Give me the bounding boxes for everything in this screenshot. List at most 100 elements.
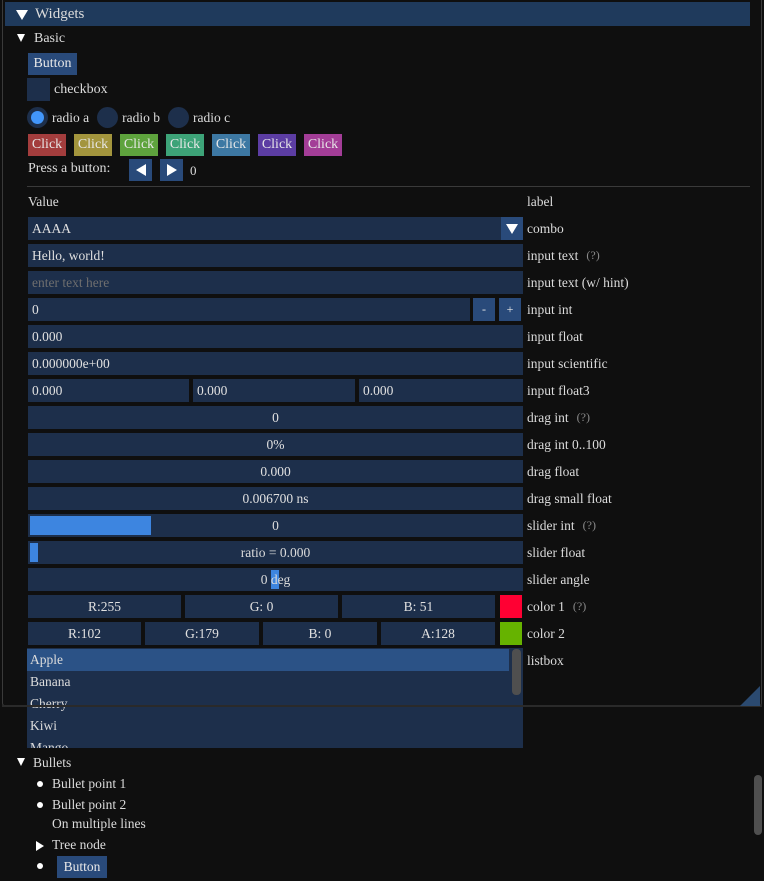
radio-label: radio c (192, 109, 231, 125)
input-text-hint-field[interactable]: enter text here (28, 271, 523, 294)
listbox-item[interactable]: Banana (27, 671, 509, 693)
color2-channel-field[interactable]: R:102 (28, 622, 141, 645)
combo-arrow-button[interactable] (501, 217, 523, 240)
radio-b[interactable] (97, 107, 119, 128)
listbox-item[interactable]: Apple (27, 649, 509, 671)
scrollbar-thumb[interactable] (754, 775, 762, 835)
slider-angle-label: slider angle (527, 568, 590, 591)
color1-label-text: color 1 (527, 598, 565, 614)
click-button[interactable]: Click (28, 134, 66, 156)
input-float3-field-1[interactable]: 0.000 (193, 379, 355, 402)
bullet-point-2-line2: On multiple lines (52, 816, 146, 831)
help-marker[interactable]: (?) (573, 599, 586, 614)
input-float3-field-2[interactable]: 0.000 (359, 379, 523, 402)
drag-small-field[interactable]: 0.006700 ns (28, 487, 523, 510)
resize-grip-icon[interactable] (740, 686, 760, 706)
color1-channel-field[interactable]: B: 51 (342, 595, 495, 618)
tree-node[interactable]: Tree node (52, 837, 106, 853)
bullet-button[interactable]: Button (57, 856, 107, 878)
listbox-label: listbox (527, 649, 564, 672)
help-marker[interactable]: (?) (586, 248, 599, 263)
basic-arrow-icon[interactable] (17, 34, 25, 42)
checkbox[interactable] (27, 78, 50, 101)
combo-field[interactable]: AAAA (28, 217, 501, 240)
bullets-tree-node[interactable]: Bullets (33, 755, 71, 771)
drag-int100-field[interactable]: 0% (28, 433, 523, 456)
listbox-item[interactable]: Mango (27, 737, 509, 748)
color2-channel-field[interactable]: G:179 (145, 622, 259, 645)
input-float-label: input float (527, 325, 583, 348)
color2-swatch[interactable] (500, 622, 522, 645)
click-button[interactable]: Click (120, 134, 158, 156)
listbox-item[interactable]: Kiwi (27, 715, 509, 737)
window-title: Widgets (35, 5, 85, 22)
listbox-scrollbar-thumb[interactable] (512, 649, 521, 695)
input-float-field[interactable]: 0.000 (28, 325, 523, 348)
listbox[interactable]: Apple Banana Cherry Kiwi Mango (27, 648, 523, 748)
drag-float-field[interactable]: 0.000 (28, 460, 523, 483)
input-sci-label: input scientific (527, 352, 608, 375)
listbox-item[interactable]: Cherry (27, 693, 509, 715)
drag-small-label: drag small float (527, 487, 612, 510)
click-button[interactable]: Click (212, 134, 250, 156)
slider-float-label: slider float (527, 541, 585, 564)
combo-label: combo (527, 217, 564, 240)
slider-int-label-text: slider int (527, 517, 575, 533)
input-float3-field-0[interactable]: 0.000 (28, 379, 189, 402)
color2-label-text: color 2 (527, 625, 565, 641)
radio-c[interactable] (167, 107, 189, 128)
drag-float-label: drag float (527, 460, 579, 483)
bullets-arrow-icon[interactable] (17, 758, 25, 766)
tree-node-arrow-icon[interactable] (36, 841, 44, 851)
increment-button[interactable]: + (499, 298, 521, 321)
input-sci-label-text: input scientific (527, 355, 608, 371)
color2-channel-field[interactable]: B: 0 (263, 622, 377, 645)
slider-angle-label-text: slider angle (527, 571, 590, 587)
drag-int100-label-text: drag int 0..100 (527, 436, 606, 452)
click-button[interactable]: Click (74, 134, 112, 156)
bullet-icon (37, 802, 43, 808)
input-text-field[interactable]: Hello, world! (28, 244, 523, 267)
click-button[interactable]: Click (166, 134, 204, 156)
checkbox-label: checkbox (54, 82, 108, 97)
input-float3-label: input float3 (527, 379, 590, 402)
slider-angle-value: 0 deg (260, 572, 291, 587)
decrement-button[interactable]: - (473, 298, 495, 321)
arrow-left-button[interactable] (129, 159, 152, 181)
bullet-icon (37, 863, 43, 869)
radio-label: radio a (52, 109, 90, 125)
bullet-point-1: Bullet point 1 (52, 776, 127, 791)
input-sci-field[interactable]: 0.000000e+00 (28, 352, 523, 375)
basic-tree-node[interactable]: Basic (34, 31, 65, 47)
click-buttons: Click Click Click Click Click Click Click (28, 134, 342, 156)
help-marker[interactable]: (?) (583, 518, 596, 533)
color2-channel-field[interactable]: A:128 (381, 622, 495, 645)
input-int-label-text: input int (527, 301, 573, 317)
color1-channel-field[interactable]: G: 0 (185, 595, 338, 618)
arrow-right-button[interactable] (160, 159, 183, 181)
input-text-label-text: input text (527, 247, 579, 263)
input-float-label-text: input float (527, 328, 583, 344)
radio-a[interactable] (27, 107, 48, 128)
color1-swatch[interactable] (500, 595, 522, 618)
button[interactable]: Button (28, 53, 77, 75)
color1-channel-field[interactable]: R:255 (28, 595, 181, 618)
drag-int-label: drag int (?) (527, 406, 590, 429)
slider-int-label: slider int (?) (527, 514, 596, 537)
bullet-point-2: Bullet point 2 (52, 797, 127, 812)
click-button[interactable]: Click (304, 134, 342, 156)
click-button[interactable]: Click (258, 134, 296, 156)
slider-float-label-text: slider float (527, 544, 586, 560)
widgets-header[interactable]: Widgets (5, 2, 750, 26)
drag-int-field[interactable]: 0 (28, 406, 523, 429)
input-hint-label-text: input text (w/ hint) (527, 274, 629, 290)
drag-float-label-text: drag float (527, 463, 580, 479)
input-text-label: input text (?) (527, 244, 600, 267)
help-marker[interactable]: (?) (577, 410, 590, 425)
input-int-field[interactable]: 0 (28, 298, 470, 321)
arrow-left-icon (135, 164, 146, 176)
input-float3-label-text: input float3 (527, 382, 590, 398)
drag-int-label-text: drag int (527, 409, 569, 425)
combo-label-text: combo (527, 220, 564, 236)
separator (27, 186, 750, 187)
